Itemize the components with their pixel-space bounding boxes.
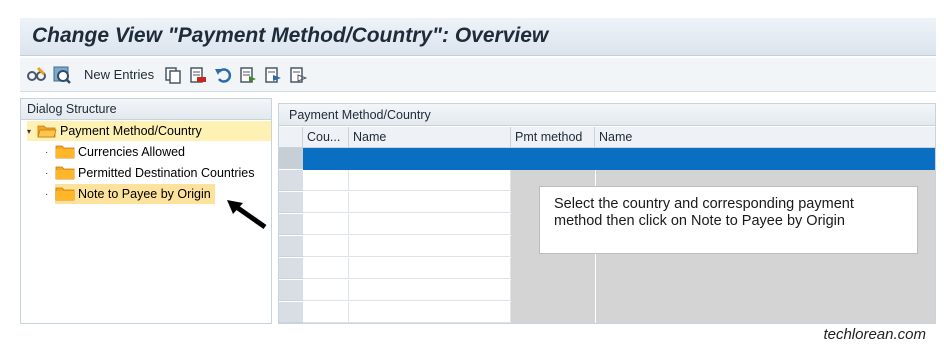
row-selector[interactable] [279, 170, 303, 191]
column-header-name[interactable]: Name [349, 127, 511, 148]
table-cell[interactable] [349, 302, 511, 323]
row-selector[interactable] [279, 236, 303, 257]
copy-icon[interactable] [162, 64, 184, 86]
sap-window: Change View "Payment Method/Country": Ov… [0, 0, 944, 354]
table-cell[interactable] [349, 280, 511, 301]
folder-icon [55, 166, 75, 180]
table-cell[interactable] [303, 170, 349, 191]
column-header-name-2[interactable]: Name [595, 127, 935, 148]
table-cell[interactable] [349, 258, 511, 279]
column-header-country[interactable]: Cou... [303, 127, 349, 148]
glasses-edit-icon[interactable] [26, 64, 48, 86]
table-cell[interactable] [303, 302, 349, 323]
row-selector[interactable] [279, 280, 303, 301]
instruction-callout: Select the country and corresponding pay… [539, 186, 918, 254]
tree-item-note-to-payee-by-origin[interactable]: · Note to Payee by Origin [45, 184, 215, 204]
table-cell[interactable] [303, 236, 349, 257]
expand-triangle-icon[interactable]: ▾ [27, 127, 37, 136]
new-entries-button[interactable]: New Entries [84, 67, 154, 82]
application-toolbar: New Entries [20, 58, 936, 92]
table-cell[interactable] [303, 258, 349, 279]
title-bar: Change View "Payment Method/Country": Ov… [20, 18, 936, 56]
table-cell[interactable] [303, 280, 349, 301]
undo-icon[interactable] [212, 64, 234, 86]
select-all-rows-button[interactable] [279, 127, 303, 148]
tree-item-label: Currencies Allowed [78, 145, 185, 159]
table-cell[interactable] [349, 170, 511, 191]
table-cell[interactable] [349, 236, 511, 257]
table-header: Payment Method/Country [279, 104, 935, 126]
row-selector[interactable] [279, 148, 303, 169]
table-cell[interactable] [303, 214, 349, 235]
select-block-icon[interactable] [262, 64, 284, 86]
page-title: Change View "Payment Method/Country": Ov… [32, 24, 549, 47]
tree-item-label: Payment Method/Country [60, 124, 202, 138]
watermark: techlorean.com [823, 326, 926, 343]
row-selector[interactable] [279, 214, 303, 235]
tree-item-permitted-destination-countries[interactable]: · Permitted Destination Countries [45, 163, 254, 183]
tree-item-label: Note to Payee by Origin [78, 187, 211, 201]
table-cell[interactable] [303, 192, 349, 213]
selected-table-row[interactable] [303, 148, 935, 170]
table-cell[interactable] [349, 192, 511, 213]
folder-icon [55, 145, 75, 159]
dialog-structure-panel: Dialog Structure ▾ Payment Method/Countr… [20, 98, 272, 324]
select-all-icon[interactable] [237, 64, 259, 86]
row-selector[interactable] [279, 258, 303, 279]
folder-open-icon [37, 125, 57, 138]
row-selector[interactable] [279, 302, 303, 323]
tree-item-label: Permitted Destination Countries [78, 166, 255, 180]
delete-icon[interactable] [187, 64, 209, 86]
column-header-pmt-method[interactable]: Pmt method [511, 127, 595, 148]
tree-item-payment-method-country[interactable]: ▾ Payment Method/Country [27, 121, 271, 141]
pointer-arrow-icon [227, 200, 267, 230]
folder-icon [55, 187, 75, 201]
dialog-structure-header: Dialog Structure [21, 99, 271, 120]
row-selector[interactable] [279, 192, 303, 213]
table-cell[interactable] [349, 214, 511, 235]
deselect-all-icon[interactable] [287, 64, 309, 86]
tree-item-currencies-allowed[interactable]: · Currencies Allowed [45, 142, 185, 162]
display-change-icon[interactable] [51, 64, 73, 86]
